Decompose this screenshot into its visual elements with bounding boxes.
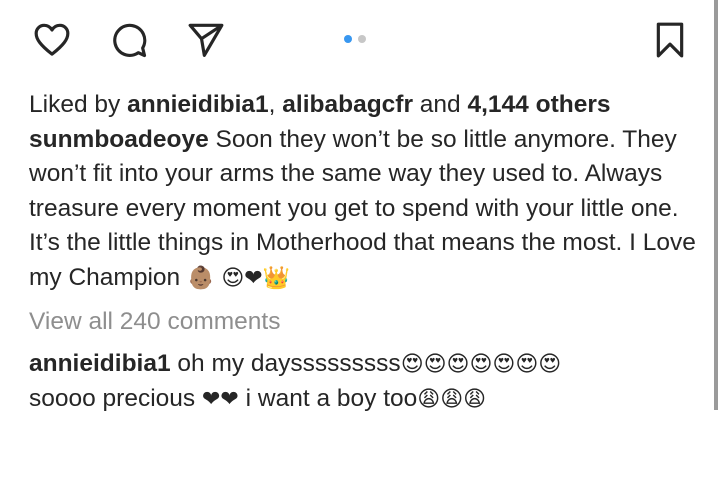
heart-outline-icon <box>34 23 70 56</box>
comment-emoji: 😍😍😍😍😍😍😍 <box>400 351 562 377</box>
comment-text: oh my daysssssssss <box>170 349 401 377</box>
save-button[interactable] <box>648 18 692 62</box>
comment-username[interactable]: annieidibia1 <box>29 350 171 377</box>
post-action-bar <box>0 0 718 80</box>
carousel-indicator <box>344 35 366 43</box>
comment-button[interactable] <box>107 18 151 62</box>
carousel-dot <box>358 35 366 43</box>
conjunction: and <box>413 91 468 118</box>
liker-username[interactable]: alibabagcfr <box>282 91 413 118</box>
comment-bubble-icon <box>113 23 147 58</box>
separator: , <box>268 91 283 118</box>
likes-summary: Liked by annieidibia1, alibabagcfr and 4… <box>29 88 709 123</box>
share-button[interactable] <box>184 18 228 62</box>
paper-plane-icon <box>188 23 224 57</box>
post-caption: sunmboadeoye Soon they won’t be so littl… <box>29 123 709 297</box>
comment: annieidibia1 oh my daysssssssss😍😍😍😍😍😍😍 s… <box>29 347 709 418</box>
likes-count[interactable]: 4,144 others <box>468 91 611 118</box>
post-details: Liked by annieidibia1, alibabagcfr and 4… <box>29 88 709 418</box>
comment-text: soooo precious <box>29 385 202 412</box>
liker-username[interactable]: annieidibia1 <box>127 91 269 118</box>
caption-emoji: 👶🏽 😍❤👑 <box>186 265 291 291</box>
comment-text: i want a boy too <box>238 385 418 412</box>
caption-username[interactable]: sunmboadeoye <box>29 126 209 153</box>
comment-emoji: ❤❤ <box>201 387 239 412</box>
carousel-dot-active <box>344 35 352 43</box>
comment-emoji: 😩😩😩 <box>417 387 487 412</box>
like-button[interactable] <box>30 18 74 62</box>
likes-prefix: Liked by <box>29 91 128 118</box>
bookmark-icon <box>656 22 684 58</box>
caption-text: It’s the little things in Motherhood tha… <box>29 229 696 291</box>
view-all-comments-link[interactable]: View all 240 comments <box>29 305 709 340</box>
